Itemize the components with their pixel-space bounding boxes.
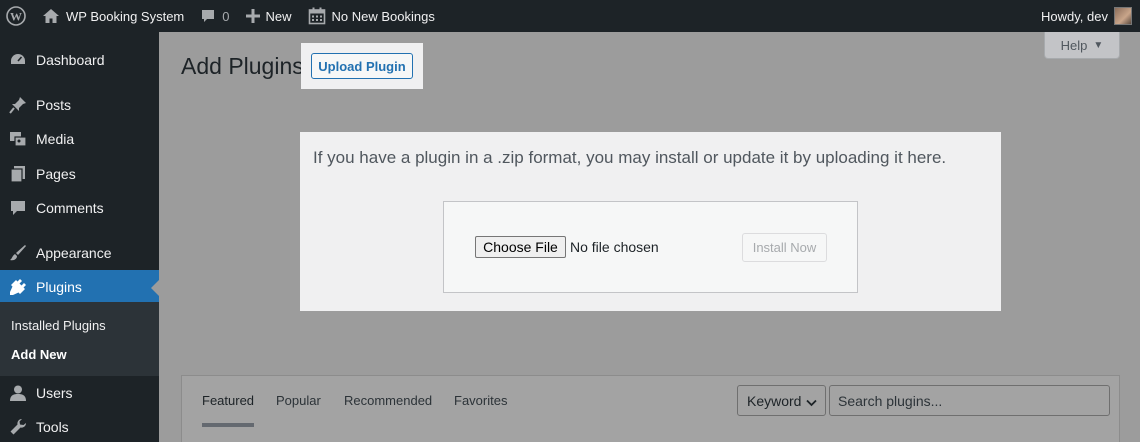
admin-bar: W WP Booking System 0 New No New Booking…: [0, 0, 1140, 32]
bookings-link[interactable]: No New Bookings: [300, 0, 443, 32]
new-content-link[interactable]: New: [238, 0, 300, 32]
sidebar-item-plugins[interactable]: Plugins: [0, 270, 159, 304]
sidebar-item-label: Appearance: [36, 245, 112, 261]
sidebar-item-users[interactable]: Users: [0, 376, 159, 410]
brush-icon: [0, 244, 36, 262]
tab-recommended[interactable]: Recommended: [344, 393, 432, 408]
search-type-value: Keyword: [747, 392, 802, 409]
wp-logo-menu[interactable]: W: [0, 0, 34, 32]
plugin-filter-bar: Featured Popular Recommended Favorites K…: [181, 375, 1120, 442]
dashboard-icon: [0, 51, 36, 69]
comments-link[interactable]: 0: [192, 0, 237, 32]
sidebar-item-dashboard[interactable]: Dashboard: [0, 43, 159, 77]
avatar: [1114, 7, 1132, 25]
bookings-label: No New Bookings: [331, 8, 435, 24]
pin-icon: [0, 96, 36, 114]
page-title: Add Plugins: [181, 53, 304, 79]
plugins-submenu: Installed Plugins Add New: [0, 302, 159, 376]
comment-bubble-icon: [200, 8, 216, 24]
plug-icon: [0, 278, 36, 296]
help-label: Help: [1060, 37, 1088, 53]
home-icon: [42, 8, 60, 24]
sidebar-item-label: Plugins: [36, 279, 82, 295]
pages-icon: [0, 165, 36, 183]
caret-down-icon: ▼: [1093, 39, 1104, 51]
sidebar-item-label: Pages: [36, 166, 76, 182]
wordpress-logo-icon: W: [6, 6, 26, 26]
svg-text:W: W: [10, 10, 22, 24]
upload-plugin-panel: If you have a plugin in a .zip format, y…: [300, 132, 1001, 311]
sidebar-item-label: Comments: [36, 200, 104, 216]
account-menu[interactable]: Howdy, dev: [1041, 0, 1140, 32]
search-plugins-input[interactable]: Search plugins...: [829, 385, 1110, 416]
submenu-item-installed-plugins[interactable]: Installed Plugins: [11, 318, 106, 333]
install-now-button[interactable]: Install Now: [742, 233, 827, 262]
choose-file-button[interactable]: Choose File: [475, 236, 566, 258]
wrench-icon: [0, 418, 36, 436]
comments-count: 0: [222, 8, 230, 24]
admin-sidebar: Dashboard Posts Media Pages Comments App…: [0, 32, 159, 442]
plus-icon: [245, 9, 260, 23]
sidebar-item-label: Users: [36, 385, 73, 401]
active-tab-indicator: [202, 423, 254, 427]
help-tab-button[interactable]: Help ▼: [1044, 32, 1120, 59]
sidebar-item-appearance[interactable]: Appearance: [0, 236, 159, 270]
sidebar-item-media[interactable]: Media: [0, 122, 159, 156]
upload-instructions: If you have a plugin in a .zip format, y…: [313, 148, 947, 167]
submenu-item-add-new[interactable]: Add New: [11, 347, 67, 362]
sidebar-item-label: Dashboard: [36, 52, 105, 68]
greeting: Howdy, dev: [1041, 8, 1108, 24]
sidebar-item-posts[interactable]: Posts: [0, 88, 159, 122]
comment-icon: [0, 199, 36, 217]
search-placeholder: Search plugins...: [838, 392, 943, 409]
calendar-icon: [308, 7, 326, 25]
tab-featured[interactable]: Featured: [202, 393, 254, 408]
media-icon: [0, 130, 36, 148]
search-type-select[interactable]: Keyword: [737, 385, 826, 416]
sidebar-item-label: Tools: [36, 419, 69, 435]
user-icon: [0, 384, 36, 402]
sidebar-item-label: Posts: [36, 97, 72, 113]
sidebar-item-comments[interactable]: Comments: [0, 191, 159, 225]
upload-form: Choose File No file chosen Install Now: [443, 201, 858, 293]
upload-plugin-button[interactable]: Upload Plugin: [311, 53, 413, 79]
file-status-text: No file chosen: [570, 239, 659, 255]
tab-popular[interactable]: Popular: [276, 393, 321, 408]
tab-favorites[interactable]: Favorites: [454, 393, 507, 408]
site-name: WP Booking System: [66, 8, 185, 24]
sidebar-item-tools[interactable]: Tools: [0, 410, 159, 442]
chevron-down-icon: [806, 395, 817, 411]
sidebar-item-pages[interactable]: Pages: [0, 157, 159, 191]
site-name-link[interactable]: WP Booking System: [34, 0, 192, 32]
sidebar-item-label: Media: [36, 131, 75, 147]
new-label: New: [265, 8, 292, 24]
